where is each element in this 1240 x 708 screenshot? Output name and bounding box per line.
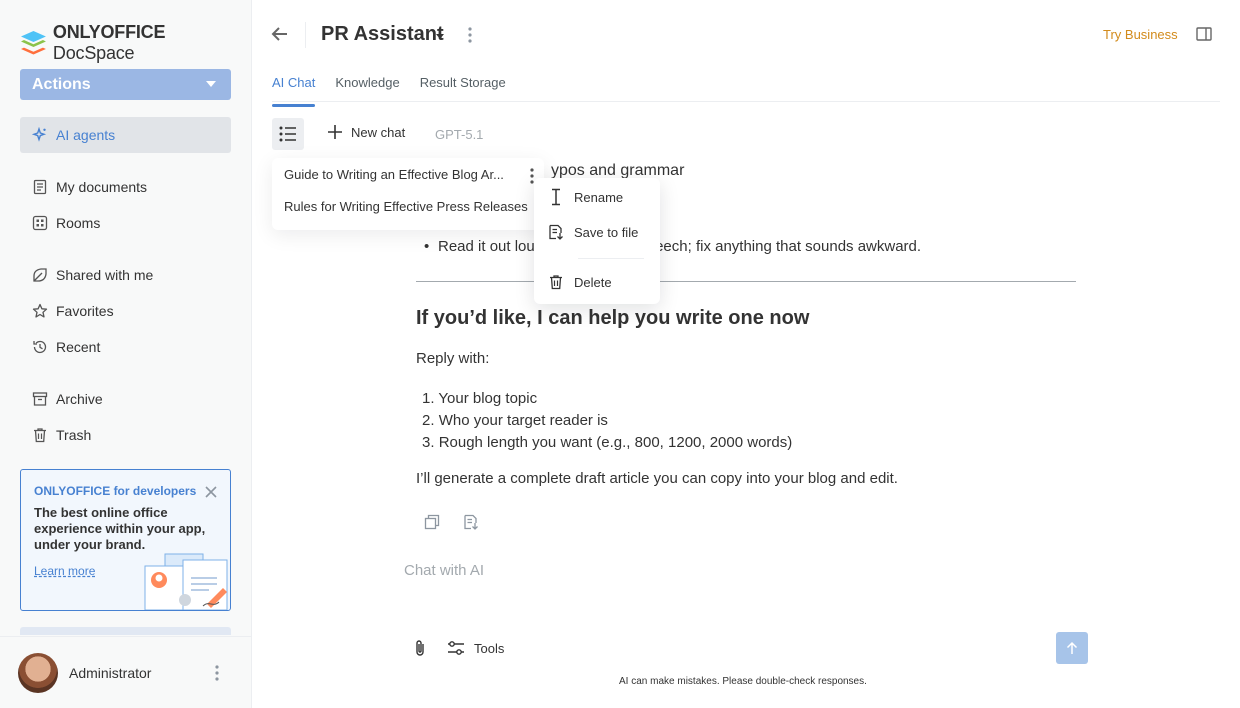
sidebar-item-label: Archive	[56, 391, 103, 407]
sidebar-item-ai-agents[interactable]: AI agents	[20, 117, 231, 153]
tools-label: Tools	[474, 640, 505, 656]
ai-disclaimer: AI can make mistakes. Please double-chec…	[619, 676, 867, 687]
sidebar: ONLYOFFICE DocSpace Actions AI agents My…	[0, 0, 252, 708]
back-arrow-icon[interactable]	[270, 24, 290, 44]
tabs-divider	[272, 101, 1220, 102]
sidebar-item-label: Rooms	[56, 215, 101, 231]
more-vertical-icon[interactable]	[214, 664, 220, 682]
model-label: GPT-5.1	[435, 127, 484, 142]
tabs: AI Chat Knowledge Result Storage	[272, 75, 506, 107]
logo[interactable]: ONLYOFFICE DocSpace	[20, 22, 251, 64]
info-panel-icon[interactable]	[1196, 27, 1212, 41]
new-chat-button[interactable]: New chat	[327, 124, 405, 140]
developer-promo-banner: ONLYOFFICE for developers The best onlin…	[20, 469, 231, 611]
rooms-icon	[32, 215, 48, 231]
ai-agents-icon	[32, 127, 48, 143]
logo-product: DocSpace	[52, 43, 135, 63]
tools-button[interactable]: Tools	[447, 640, 504, 656]
sidebar-item-label: Favorites	[56, 303, 114, 319]
chat-history-dropdown: Guide to Writing an Effective Blog Ar...…	[272, 158, 544, 230]
list-icon	[279, 126, 296, 142]
list-item: 2. Who your target reader is	[422, 412, 608, 429]
save-to-file-icon[interactable]	[463, 514, 479, 530]
plus-icon	[328, 125, 342, 139]
chevron-down-icon	[206, 81, 216, 87]
recent-icon	[32, 339, 48, 355]
document-icon	[32, 179, 48, 195]
sidebar-item-label: AI agents	[56, 127, 116, 143]
logo-brand: ONLYOFFICE	[52, 22, 166, 42]
sidebar-item-label: Shared with me	[56, 267, 154, 283]
chat-context-menu: Rename Save to file Delete	[534, 178, 660, 304]
chevron-down-icon[interactable]	[436, 34, 444, 39]
promo-text: The best online office experience within…	[34, 505, 206, 552]
profile-name: Administrator	[69, 665, 152, 681]
history-item[interactable]: Rules for Writing Effective Press Releas…	[284, 199, 528, 214]
tab-result-storage[interactable]: Result Storage	[420, 75, 506, 98]
list-item: 3. Rough length you want (e.g., 800, 120…	[422, 434, 793, 451]
bullet-suffix: peech; fix anything that sounds awkward.	[646, 238, 922, 255]
star-icon	[32, 303, 48, 319]
response-heading: If you’d like, I can help you write one …	[416, 307, 810, 329]
ordered-list: 1. Your blog topic 2. Who your target re…	[422, 388, 792, 454]
horizontal-rule	[416, 281, 1076, 282]
sidebar-item-label: My documents	[56, 179, 148, 195]
send-button[interactable]	[1056, 632, 1088, 664]
rename-menu-item[interactable]: Rename	[548, 188, 623, 206]
save-to-file-icon	[549, 224, 563, 240]
closing-text: I’ll generate a complete draft article y…	[416, 470, 898, 487]
menu-separator	[578, 258, 644, 259]
arrow-up-icon	[1066, 641, 1078, 654]
room-title[interactable]: PR Assistant	[321, 23, 444, 46]
header-divider	[305, 22, 306, 48]
tab-ai-chat[interactable]: AI Chat	[272, 75, 316, 107]
new-chat-label: New chat	[351, 124, 406, 140]
text-cursor-icon	[552, 188, 560, 206]
sidebar-item-archive[interactable]: Archive	[20, 381, 231, 417]
actions-label: Actions	[32, 75, 91, 93]
delete-menu-item[interactable]: Delete	[548, 274, 612, 290]
sidebar-item-favorites[interactable]: Favorites	[20, 293, 231, 329]
sliders-icon	[448, 641, 464, 655]
copy-icon[interactable]	[424, 514, 440, 530]
archive-icon	[32, 391, 48, 407]
chat-history-button[interactable]	[272, 118, 304, 150]
sidebar-item-shared-with-me[interactable]: Shared with me	[20, 257, 231, 293]
sidebar-item-my-documents[interactable]: My documents	[20, 169, 231, 205]
paperclip-icon[interactable]	[412, 639, 428, 657]
avatar[interactable]	[18, 653, 58, 693]
save-to-file-label: Save to file	[574, 224, 639, 240]
trash-icon	[32, 427, 48, 443]
profile-section[interactable]: Administrator	[0, 636, 251, 708]
shared-icon	[32, 267, 48, 283]
close-icon[interactable]	[204, 485, 218, 499]
sidebar-item-label: Trash	[56, 427, 92, 443]
sidebar-item-trash[interactable]: Trash	[20, 417, 231, 453]
tab-knowledge[interactable]: Knowledge	[335, 75, 399, 98]
sidebar-item-label: Recent	[56, 339, 101, 355]
rename-label: Rename	[574, 189, 624, 205]
history-item[interactable]: Guide to Writing an Effective Blog Ar...	[284, 167, 504, 182]
chat-input[interactable]: Chat with AI	[404, 562, 484, 579]
promo-learn-more-link[interactable]: Learn more	[34, 564, 95, 578]
save-to-file-menu-item[interactable]: Save to file	[548, 224, 638, 240]
sidebar-item-recent[interactable]: Recent	[20, 329, 231, 365]
actions-button[interactable]: Actions	[20, 69, 231, 100]
reply-with-text: Reply with:	[416, 350, 490, 367]
document-illustration-icon	[144, 553, 228, 610]
more-vertical-icon[interactable]	[467, 26, 473, 44]
trash-icon	[550, 275, 562, 290]
profile-stub	[20, 627, 231, 635]
promo-title: ONLYOFFICE for developers	[34, 484, 197, 498]
sidebar-item-rooms[interactable]: Rooms	[20, 205, 231, 241]
bullet-item: Read it out lou peech; fix anything that …	[424, 238, 922, 255]
try-business-link[interactable]: Try Business	[1103, 27, 1178, 42]
delete-label: Delete	[574, 274, 612, 290]
bullet-prefix: Read it out lou	[438, 238, 535, 255]
list-item: 1. Your blog topic	[422, 390, 538, 407]
onlyoffice-logo-icon	[20, 31, 46, 55]
